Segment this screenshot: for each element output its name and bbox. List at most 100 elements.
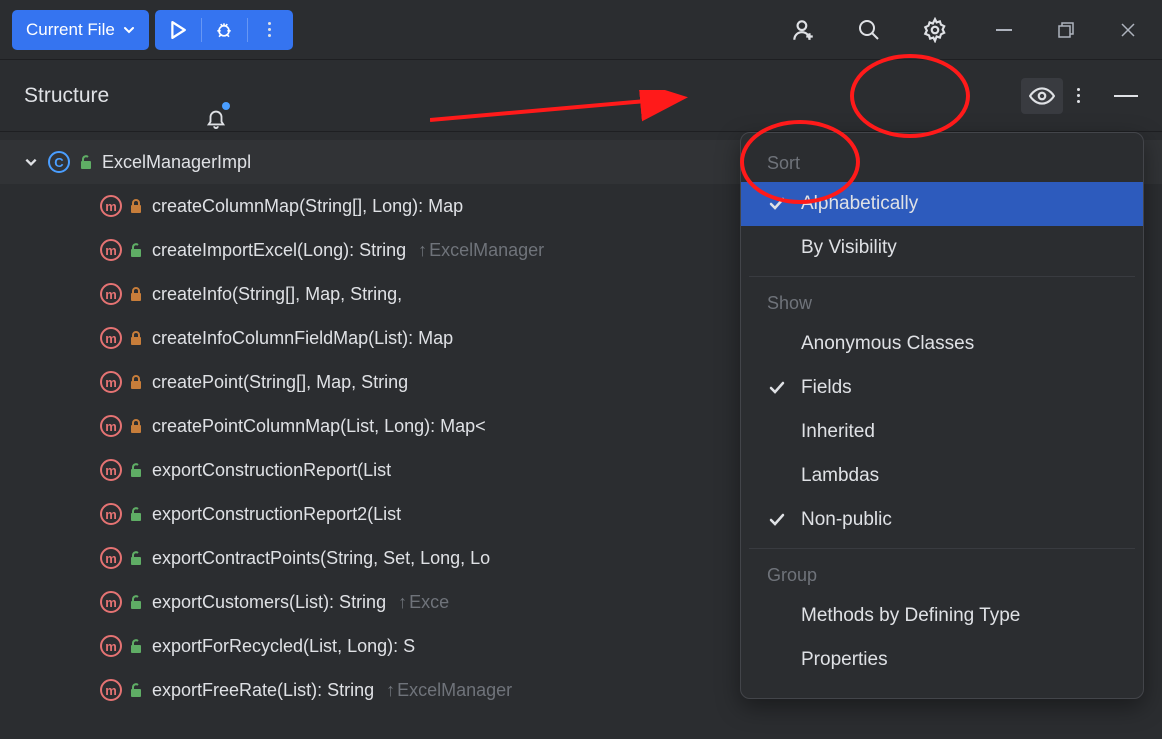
minimize-bar-icon [1114, 95, 1138, 97]
method-signature: createImportExcel(Long): String [152, 240, 406, 261]
public-unlock-icon [130, 463, 144, 477]
vertical-dots-icon [1077, 88, 1080, 103]
run-config-dropdown[interactable]: Current File [12, 10, 149, 50]
chevron-down-icon [24, 155, 38, 169]
popup-item-label: Methods by Defining Type [801, 605, 1020, 627]
popup-item-label: Non-public [801, 509, 892, 531]
method-icon: m [100, 195, 122, 217]
method-signature: createPointColumnMap(List, Long): Map< [152, 416, 486, 437]
check-icon [767, 197, 787, 211]
class-icon: C [48, 151, 70, 173]
run-button-group [155, 10, 293, 50]
method-icon: m [100, 547, 122, 569]
method-signature: exportCustomers(List): String [152, 592, 386, 613]
notifications-button[interactable] [205, 106, 227, 130]
window-minimize[interactable] [994, 20, 1014, 40]
code-with-me-button[interactable] [790, 17, 816, 43]
settings-button[interactable] [922, 17, 948, 43]
public-unlock-icon [130, 243, 144, 257]
method-signature: exportConstructionReport2(List [152, 504, 401, 525]
search-icon [857, 18, 881, 42]
method-icon: m [100, 635, 122, 657]
minimize-icon [996, 29, 1012, 31]
eye-icon [1029, 86, 1055, 106]
public-unlock-icon [130, 683, 144, 697]
panel-title: Structure [24, 84, 109, 108]
private-lock-icon [130, 331, 144, 345]
method-icon: m [100, 283, 122, 305]
popup-menu-item[interactable]: Non-public [741, 498, 1143, 542]
public-unlock-icon [130, 507, 144, 521]
person-plus-icon [790, 17, 816, 43]
method-icon: m [100, 239, 122, 261]
popup-menu-item[interactable]: Methods by Defining Type [741, 594, 1143, 638]
popup-divider [749, 276, 1135, 277]
private-lock-icon [130, 287, 144, 301]
method-signature: exportFreeRate(List): String [152, 680, 374, 701]
unlock-icon [80, 155, 92, 169]
method-icon: m [100, 415, 122, 437]
popup-section-title: Sort [741, 143, 1143, 182]
gear-icon [922, 17, 948, 43]
method-signature: createInfo(String[], Map, String, [152, 284, 402, 305]
method-signature: exportForRecycled(List, Long): S [152, 636, 415, 657]
method-signature: exportConstructionReport(List [152, 460, 391, 481]
inherit-marker: ↑Exce [398, 592, 449, 613]
popup-menu-item[interactable]: Fields [741, 366, 1143, 410]
structure-panel-header: Structure [0, 60, 1162, 132]
method-icon: m [100, 327, 122, 349]
inherit-marker: ↑ExcelManager [418, 240, 544, 261]
method-signature: createInfoColumnFieldMap(List): Map [152, 328, 453, 349]
panel-minimize[interactable] [1114, 95, 1138, 97]
popup-menu-item[interactable]: Alphabetically [741, 182, 1143, 226]
check-icon [767, 381, 787, 395]
window-maximize[interactable] [1056, 20, 1076, 40]
chevron-down-icon [123, 24, 135, 36]
play-icon [170, 21, 186, 39]
method-signature: createPoint(String[], Map, String [152, 372, 408, 393]
popup-item-label: Lambdas [801, 465, 879, 487]
panel-options[interactable] [1077, 88, 1080, 103]
method-signature: createColumnMap(String[], Long): Map [152, 196, 463, 217]
root-class-name: ExcelManagerImpl [102, 152, 251, 173]
popup-menu-item[interactable]: Lambdas [741, 454, 1143, 498]
run-button[interactable] [155, 10, 201, 50]
public-unlock-icon [130, 595, 144, 609]
popup-divider [749, 548, 1135, 549]
popup-item-label: By Visibility [801, 237, 897, 259]
notification-dot-icon [222, 102, 230, 110]
check-icon [767, 513, 787, 527]
debug-button[interactable] [201, 10, 247, 50]
popup-menu-item[interactable]: Inherited [741, 410, 1143, 454]
popup-section-title: Show [741, 283, 1143, 322]
popup-item-label: Inherited [801, 421, 875, 443]
private-lock-icon [130, 199, 144, 213]
top-toolbar: Current File [0, 0, 1162, 60]
method-icon: m [100, 459, 122, 481]
popup-item-label: Alphabetically [801, 193, 918, 215]
method-icon: m [100, 591, 122, 613]
method-icon: m [100, 371, 122, 393]
popup-section-title: Group [741, 555, 1143, 594]
window-close[interactable] [1118, 20, 1138, 40]
search-button[interactable] [856, 17, 882, 43]
method-signature: exportContractPoints(String, Set, Long, … [152, 548, 490, 569]
more-run-options[interactable] [247, 10, 293, 50]
popup-item-label: Properties [801, 649, 888, 671]
view-options-button[interactable] [1021, 78, 1063, 114]
private-lock-icon [130, 375, 144, 389]
popup-item-label: Anonymous Classes [801, 333, 974, 355]
maximize-icon [1058, 22, 1074, 38]
popup-menu-item[interactable]: Properties [741, 638, 1143, 682]
view-options-popup: Sort Alphabetically By Visibility Show Anony… [740, 132, 1144, 699]
popup-menu-item[interactable]: Anonymous Classes [741, 322, 1143, 366]
public-unlock-icon [130, 639, 144, 653]
run-config-label: Current File [26, 20, 115, 40]
vertical-dots-icon [268, 22, 271, 37]
popup-item-label: Fields [801, 377, 852, 399]
inherit-marker: ↑ExcelManager [386, 680, 512, 701]
public-unlock-icon [130, 551, 144, 565]
private-lock-icon [130, 419, 144, 433]
method-icon: m [100, 679, 122, 701]
popup-menu-item[interactable]: By Visibility [741, 226, 1143, 270]
